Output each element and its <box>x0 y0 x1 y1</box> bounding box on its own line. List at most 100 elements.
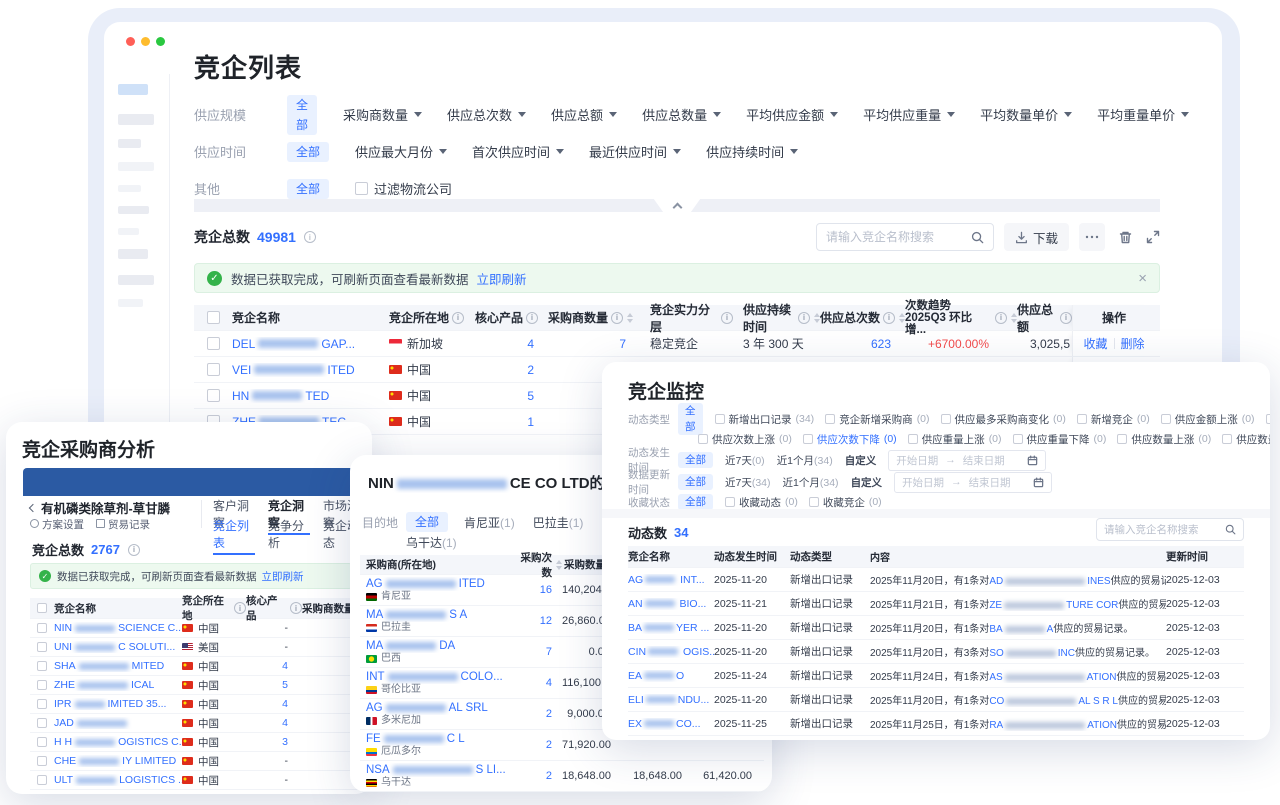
buyer-name-link[interactable]: INTCOLO... <box>366 670 520 684</box>
buyer-count[interactable]: 7 <box>548 337 640 351</box>
favorite-dynamic-checkbox[interactable]: 收藏动态(0) <box>725 495 798 510</box>
filter-dropdown[interactable]: 供应持续时间 <box>706 142 798 161</box>
refresh-link[interactable]: 立即刷新 <box>477 269 527 288</box>
sidebar-item-active[interactable] <box>118 84 148 95</box>
sidebar-item[interactable] <box>118 114 154 125</box>
row-checkbox[interactable] <box>37 775 47 785</box>
row-checkbox[interactable] <box>37 756 47 766</box>
sidebar-item[interactable] <box>118 249 148 259</box>
filter-dropdown[interactable]: 采购商数量 <box>343 105 422 124</box>
search-input[interactable] <box>826 230 971 244</box>
sidebar-item[interactable] <box>118 206 149 214</box>
core-product-count[interactable]: 2 <box>475 363 548 377</box>
filter-logistics-checkbox[interactable]: 过滤物流公司 <box>355 179 452 198</box>
filter-dropdown[interactable]: 供应最大月份 <box>355 142 447 161</box>
filter-all-chip[interactable]: 全部 <box>406 512 448 532</box>
company-name-link[interactable]: ZHEICAL <box>54 679 182 691</box>
monitor-type-checkbox[interactable]: 供应最多采购商变化(0) <box>941 412 1066 427</box>
company-name-link[interactable]: VEIITED <box>232 363 389 377</box>
buyer-name-link[interactable]: AGAL SRL <box>366 701 520 715</box>
monitor-type-checkbox[interactable]: 供应金额下降(0) <box>1266 412 1270 427</box>
company-name-link[interactable]: IPRIMITED 35... <box>54 698 182 710</box>
trade-records-link[interactable]: 贸易记录 <box>96 517 150 532</box>
filter-dropdown[interactable]: 平均数量单价 <box>980 105 1072 124</box>
sidebar-item[interactable] <box>118 185 141 192</box>
close-icon[interactable] <box>1138 270 1147 287</box>
purchase-times[interactable]: 16 <box>520 584 562 596</box>
company-name-link[interactable]: EAO <box>628 670 714 682</box>
favorite-competitor-checkbox[interactable]: 收藏竞企(0) <box>809 495 882 510</box>
row-checkbox[interactable] <box>37 623 47 633</box>
monitor-type-checkbox[interactable]: 供应数量上涨(0) <box>1117 432 1211 447</box>
breadcrumb[interactable]: 有机磷类除草剂-草甘膦 <box>30 498 170 517</box>
select-all-checkbox[interactable] <box>37 603 47 613</box>
filter-dropdown[interactable]: 平均重量单价 <box>1097 105 1189 124</box>
time-option-custom[interactable]: 自定义 <box>845 453 877 468</box>
company-name-link[interactable]: DELGAP... <box>232 337 389 351</box>
filter-all-chip[interactable]: 全部 <box>678 494 713 510</box>
company-name-link[interactable]: JAD <box>54 717 182 729</box>
filter-all-chip[interactable]: 全部 <box>287 95 317 135</box>
row-checkbox[interactable] <box>37 737 47 747</box>
sidebar-item[interactable] <box>118 139 141 148</box>
row-checkbox[interactable] <box>37 642 47 652</box>
filter-dropdown[interactable]: 供应总数量 <box>642 105 721 124</box>
delete-row-button[interactable]: 删除 <box>1121 335 1145 352</box>
time-option-custom[interactable]: 自定义 <box>851 475 883 490</box>
company-name-link[interactable]: AG INT... <box>628 574 714 586</box>
favorite-button[interactable]: 收藏 <box>1083 335 1107 352</box>
monitor-type-checkbox[interactable]: 供应金额上涨(0) <box>1161 412 1255 427</box>
sidebar-item[interactable] <box>118 162 154 171</box>
monitor-type-checkbox[interactable]: 竞企新增采购商(0) <box>825 412 929 427</box>
minimize-window-icon[interactable] <box>141 37 150 46</box>
maximize-window-icon[interactable] <box>156 37 165 46</box>
filter-all-chip[interactable]: 全部 <box>678 474 713 490</box>
row-checkbox[interactable] <box>37 699 47 709</box>
destination-option[interactable]: 肯尼亚(1) <box>464 514 515 531</box>
search-input[interactable] <box>1104 524 1225 536</box>
filter-all-chip[interactable]: 全部 <box>287 142 329 162</box>
buyer-name-link[interactable]: NSAS LI... <box>366 763 520 777</box>
sidebar-item[interactable] <box>118 299 143 307</box>
filter-dropdown[interactable]: 供应总次数 <box>447 105 526 124</box>
buyer-name-link[interactable]: FEC L <box>366 732 520 746</box>
monitor-type-checkbox[interactable]: 供应数量下降(0) <box>1222 432 1270 447</box>
filter-dropdown[interactable]: 平均供应重量 <box>863 105 955 124</box>
filter-dropdown[interactable]: 首次供应时间 <box>472 142 564 161</box>
company-name-link[interactable]: ELINDU... <box>628 694 714 706</box>
row-checkbox[interactable] <box>207 337 220 350</box>
row-checkbox[interactable] <box>37 718 47 728</box>
company-name-link[interactable]: ULTLOGISTICS ... <box>54 774 182 786</box>
refresh-link[interactable]: 立即刷新 <box>262 569 304 584</box>
date-range-input[interactable]: 开始日期 → 结束日期 <box>894 472 1052 493</box>
core-product-count[interactable]: 4 <box>475 337 548 351</box>
filter-dropdown[interactable]: 最近供应时间 <box>589 142 681 161</box>
row-checkbox[interactable] <box>207 363 220 376</box>
more-button[interactable] <box>1079 223 1105 251</box>
fullscreen-button[interactable] <box>1146 230 1160 244</box>
sidebar-item[interactable] <box>118 275 154 285</box>
time-option-7d[interactable]: 近7天(34) <box>725 475 771 490</box>
company-name-link[interactable]: NINSCIENCE C... <box>54 622 182 634</box>
destination-option[interactable]: 巴拉圭(1) <box>533 514 584 531</box>
delete-button[interactable] <box>1118 230 1133 245</box>
filter-dropdown[interactable]: 平均供应金额 <box>746 105 838 124</box>
row-checkbox[interactable] <box>207 389 220 402</box>
monitor-type-checkbox[interactable]: 供应重量上涨(0) <box>908 432 1002 447</box>
company-name-link[interactable]: UNIC SOLUTI... <box>54 641 182 653</box>
buyer-name-link[interactable]: AGITED <box>366 577 520 591</box>
subtab-competition-analysis[interactable]: 竞争分析 <box>268 517 310 555</box>
company-name-link[interactable]: HNTED <box>232 389 389 403</box>
monitor-type-checkbox-selected[interactable]: 供应次数下降(0) <box>803 432 897 447</box>
time-option-7d[interactable]: 近7天(0) <box>725 453 765 468</box>
search-box[interactable] <box>816 223 994 251</box>
core-product-count[interactable]: 5 <box>475 389 548 403</box>
core-product-count[interactable]: 1 <box>475 415 548 429</box>
company-name-link[interactable]: H HOGISTICS C... <box>54 736 182 748</box>
filter-all-chip[interactable]: 全部 <box>678 452 713 468</box>
date-range-input[interactable]: 开始日期 → 结束日期 <box>888 450 1046 471</box>
search-box[interactable] <box>1096 518 1244 541</box>
row-checkbox[interactable] <box>37 661 47 671</box>
row-checkbox[interactable] <box>37 680 47 690</box>
buyer-name-link[interactable]: MADA <box>366 639 520 653</box>
